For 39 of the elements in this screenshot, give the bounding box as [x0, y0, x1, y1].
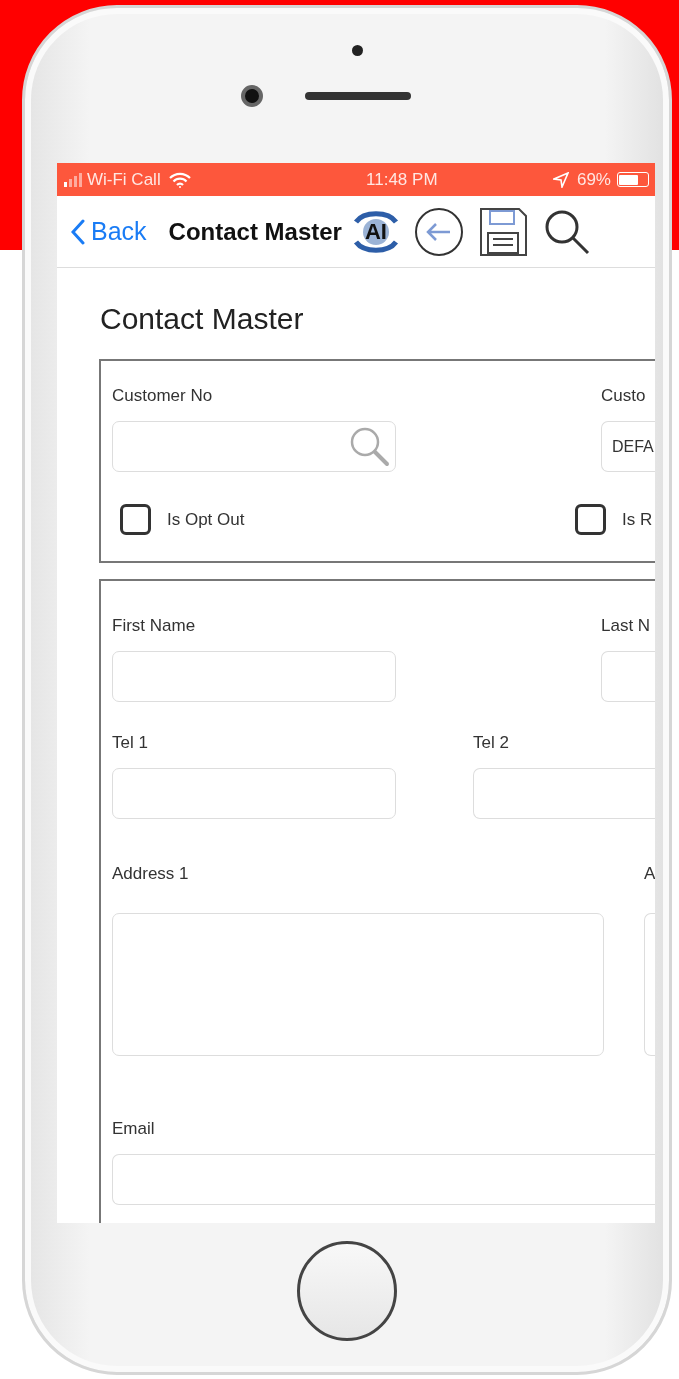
wifi-icon [168, 171, 191, 188]
field-label: Custo [601, 385, 647, 407]
battery-percent: 69% [576, 168, 611, 191]
clock-time: 11:48 PM [365, 168, 438, 191]
field-label: A [644, 863, 655, 885]
text-area[interactable] [644, 913, 655, 1056]
camera-lens [241, 85, 263, 107]
checkbox[interactable] [120, 504, 151, 535]
carrier-name: Wi-Fi Call [87, 168, 161, 191]
back-arrow-icon[interactable] [413, 206, 464, 257]
field-label: Tel 1 [112, 732, 149, 754]
text-area[interactable] [112, 913, 604, 1056]
page-title: Contact Master [100, 301, 305, 337]
input-field[interactable] [601, 651, 655, 702]
save-icon[interactable] [477, 206, 528, 257]
input-field[interactable] [112, 651, 396, 702]
field-label: First Name [112, 615, 197, 637]
screen-title: Contact Master [168, 216, 342, 247]
app-logo[interactable]: AI [351, 207, 400, 256]
field-label: Tel 2 [473, 732, 510, 754]
signal-icon [63, 172, 83, 187]
input-field[interactable] [112, 768, 396, 819]
input-field[interactable]: DEFA [601, 421, 655, 472]
field-label: Email [112, 1118, 156, 1140]
back-button[interactable]: Back [71, 212, 147, 251]
checkbox-label: Is R [622, 508, 653, 531]
checkbox[interactable] [575, 504, 606, 535]
search-icon [348, 425, 390, 467]
input-field[interactable] [112, 421, 396, 472]
field-label: Customer No [112, 385, 214, 407]
input-field[interactable] [473, 768, 655, 819]
field-label: Address 1 [112, 863, 190, 885]
battery-icon [617, 172, 649, 187]
sensor-dot [352, 45, 363, 56]
field-label: Last N [601, 615, 652, 637]
checkbox-label: Is Opt Out [167, 508, 245, 531]
location-icon [552, 171, 569, 188]
input-field[interactable] [112, 1154, 655, 1205]
chevron-left-icon [71, 218, 85, 245]
